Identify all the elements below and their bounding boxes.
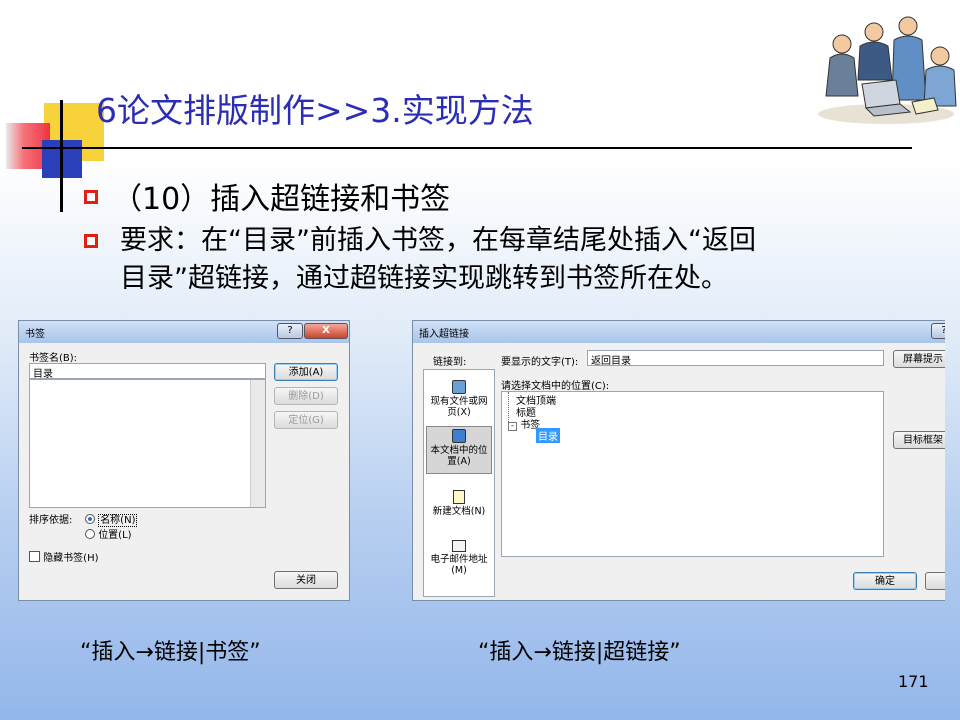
title-underline [22, 147, 912, 149]
nav-this-document-label: 本文档中的位置(A) [430, 445, 488, 467]
help-button[interactable]: ? [931, 323, 945, 339]
document-location-tree[interactable]: 文档顶端 标题 - 书签 目录 [501, 391, 884, 557]
nav-existing-file-label: 现有文件或网页(X) [430, 396, 488, 418]
insert-hyperlink-dialog: 插入超链接 ? 链接到: 要显示的文字(T): 返回目录 屏幕提示 现有文件或网… [412, 320, 945, 601]
help-button[interactable]: ? [277, 323, 303, 339]
delete-bookmark-button[interactable]: 删除(D) [274, 387, 338, 405]
team-meeting-clipart [818, 16, 957, 124]
slide: 6论文排版制作>>3.实现方法 （10）插入超链接和书签 要求：在“目录”前插入… [0, 0, 960, 720]
nav-existing-file[interactable]: 现有文件或网页(X) [426, 380, 492, 428]
nav-email-address-label: 电子邮件地址(M) [430, 554, 488, 576]
cancel-button[interactable] [925, 572, 945, 590]
document-place-icon [452, 429, 466, 443]
nav-email-address[interactable]: 电子邮件地址(M) [426, 540, 492, 580]
hidden-bookmarks-label: 隐藏书签(H) [43, 553, 99, 564]
bookmark-list-scrollbar[interactable] [250, 380, 265, 507]
bullet-requirement: 要求：在“目录”前插入书签，在每章结尾处插入“返回 目录”超链接，通过超链接实现… [120, 222, 756, 298]
close-icon[interactable]: X [304, 323, 348, 339]
nav-this-document[interactable]: 本文档中的位置(A) [426, 426, 492, 474]
sort-by-position-radio[interactable]: 位置(L) [85, 526, 132, 541]
bookmark-list[interactable] [29, 379, 266, 508]
close-button[interactable]: 关闭 [274, 571, 338, 589]
nav-new-document[interactable]: 新建文档(N) [426, 490, 492, 530]
ok-button[interactable]: 确定 [853, 572, 917, 590]
display-text-label: 要显示的文字(T): [501, 357, 579, 368]
hyperlink-dialog-titlebar: 插入超链接 [413, 321, 945, 343]
sort-by-name-radio[interactable]: 名称(N) [85, 511, 138, 527]
checkbox-icon [29, 551, 40, 562]
location-label: 请选择文档中的位置(C): [501, 381, 610, 392]
radio-selected-icon [85, 514, 95, 524]
hyperlink-dialog-title: 插入超链接 [419, 329, 469, 340]
slide-title: 6论文排版制作>>3.实现方法 [96, 91, 534, 130]
sort-by-label: 排序依据: [29, 515, 73, 526]
bullet-square-icon [84, 190, 98, 204]
screentip-button[interactable]: 屏幕提示 [893, 350, 945, 368]
requirement-line-1: 要求：在“目录”前插入书签，在每章结尾处插入“返回 [120, 225, 756, 256]
bookmark-name-input[interactable]: 目录 [29, 363, 266, 380]
bookmark-dialog: 书签 ? X 书签名(B): 目录 添加(A) 删除(D) 定位(G) 排序依据… [18, 320, 350, 601]
sort-position-label: 位置(L) [98, 530, 132, 541]
bullet-square-icon [84, 234, 98, 248]
new-document-icon [453, 490, 465, 504]
email-icon [452, 540, 466, 552]
radio-empty-icon [85, 529, 95, 539]
bookmark-name-label: 书签名(B): [29, 353, 78, 364]
display-text-input[interactable]: 返回目录 [587, 350, 884, 367]
link-to-label: 链接到: [433, 357, 467, 368]
decor-vertical-line [60, 100, 63, 212]
hidden-bookmarks-checkbox[interactable]: 隐藏书签(H) [29, 549, 99, 564]
caption-bookmark: “插入→链接|书签” [80, 640, 261, 665]
caption-hyperlink: “插入→链接|超链接” [478, 640, 681, 665]
bookmark-dialog-title: 书签 [25, 329, 45, 340]
globe-file-icon [452, 380, 466, 394]
requirement-line-2: 目录”超链接，通过超链接实现跳转到书签所在处。 [120, 263, 728, 294]
link-to-pane: 现有文件或网页(X) 本文档中的位置(A) 新建文档(N) 电子邮件地址(M) [423, 369, 495, 597]
tree-collapse-icon[interactable]: - [508, 422, 517, 431]
page-number: 171 [898, 672, 929, 691]
bullet-heading: （10）插入超链接和书签 [112, 182, 451, 217]
nav-new-document-label: 新建文档(N) [432, 506, 486, 517]
tree-item-bookmark-toc[interactable]: 目录 [536, 428, 560, 443]
goto-bookmark-button[interactable]: 定位(G) [274, 411, 338, 429]
target-frame-button[interactable]: 目标框架 [893, 431, 945, 449]
add-bookmark-button[interactable]: 添加(A) [274, 363, 338, 381]
